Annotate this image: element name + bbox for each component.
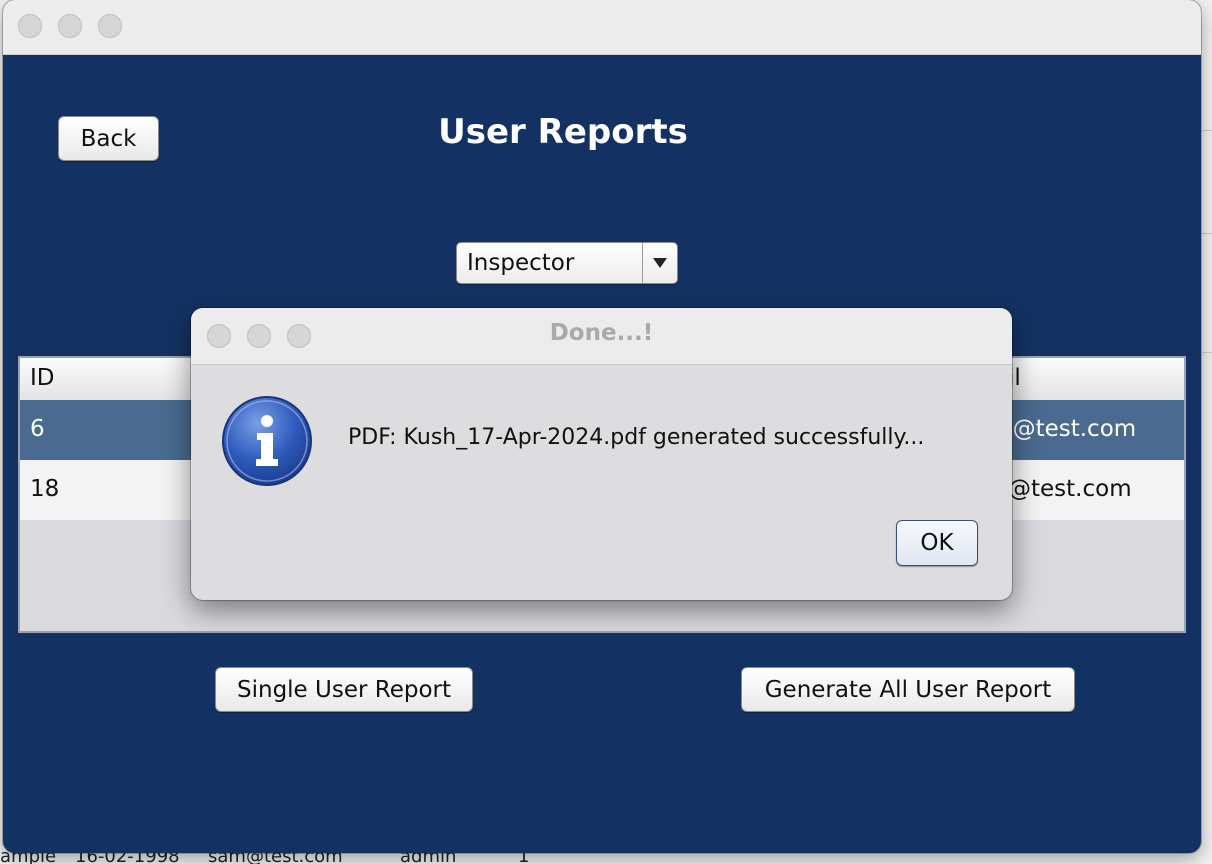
cell-email: n@test.com bbox=[998, 416, 1137, 442]
column-header-id[interactable]: ID bbox=[30, 365, 55, 391]
done-dialog: Done...! PDF: Kush_17-Apr-2024.pdf gener… bbox=[191, 308, 1012, 600]
role-select-value: Inspector bbox=[467, 250, 575, 276]
minimize-window-button[interactable] bbox=[58, 14, 82, 38]
page-title: User Reports bbox=[438, 112, 688, 152]
cell-id: 6 bbox=[30, 416, 45, 442]
ok-button[interactable]: OK bbox=[896, 520, 978, 566]
window-titlebar bbox=[3, 0, 1201, 55]
dialog-title: Done...! bbox=[549, 320, 654, 346]
bg-line bbox=[1202, 233, 1212, 234]
bg-line bbox=[1202, 352, 1212, 353]
bg-line bbox=[1202, 130, 1212, 131]
dialog-titlebar: Done...! bbox=[191, 308, 1012, 365]
chevron-down-icon[interactable] bbox=[642, 243, 677, 283]
info-icon bbox=[221, 395, 313, 487]
single-user-report-button[interactable]: Single User Report bbox=[215, 667, 473, 712]
cell-id: 18 bbox=[30, 476, 60, 502]
generate-all-user-report-button[interactable]: Generate All User Report bbox=[741, 667, 1075, 712]
dialog-message: PDF: Kush_17-Apr-2024.pdf generated succ… bbox=[348, 425, 925, 450]
back-button[interactable]: Back bbox=[58, 116, 159, 161]
role-select[interactable]: Inspector bbox=[456, 242, 678, 284]
zoom-window-button[interactable] bbox=[98, 14, 122, 38]
close-window-button[interactable] bbox=[18, 14, 42, 38]
cell-email: @test.com bbox=[1008, 476, 1132, 502]
